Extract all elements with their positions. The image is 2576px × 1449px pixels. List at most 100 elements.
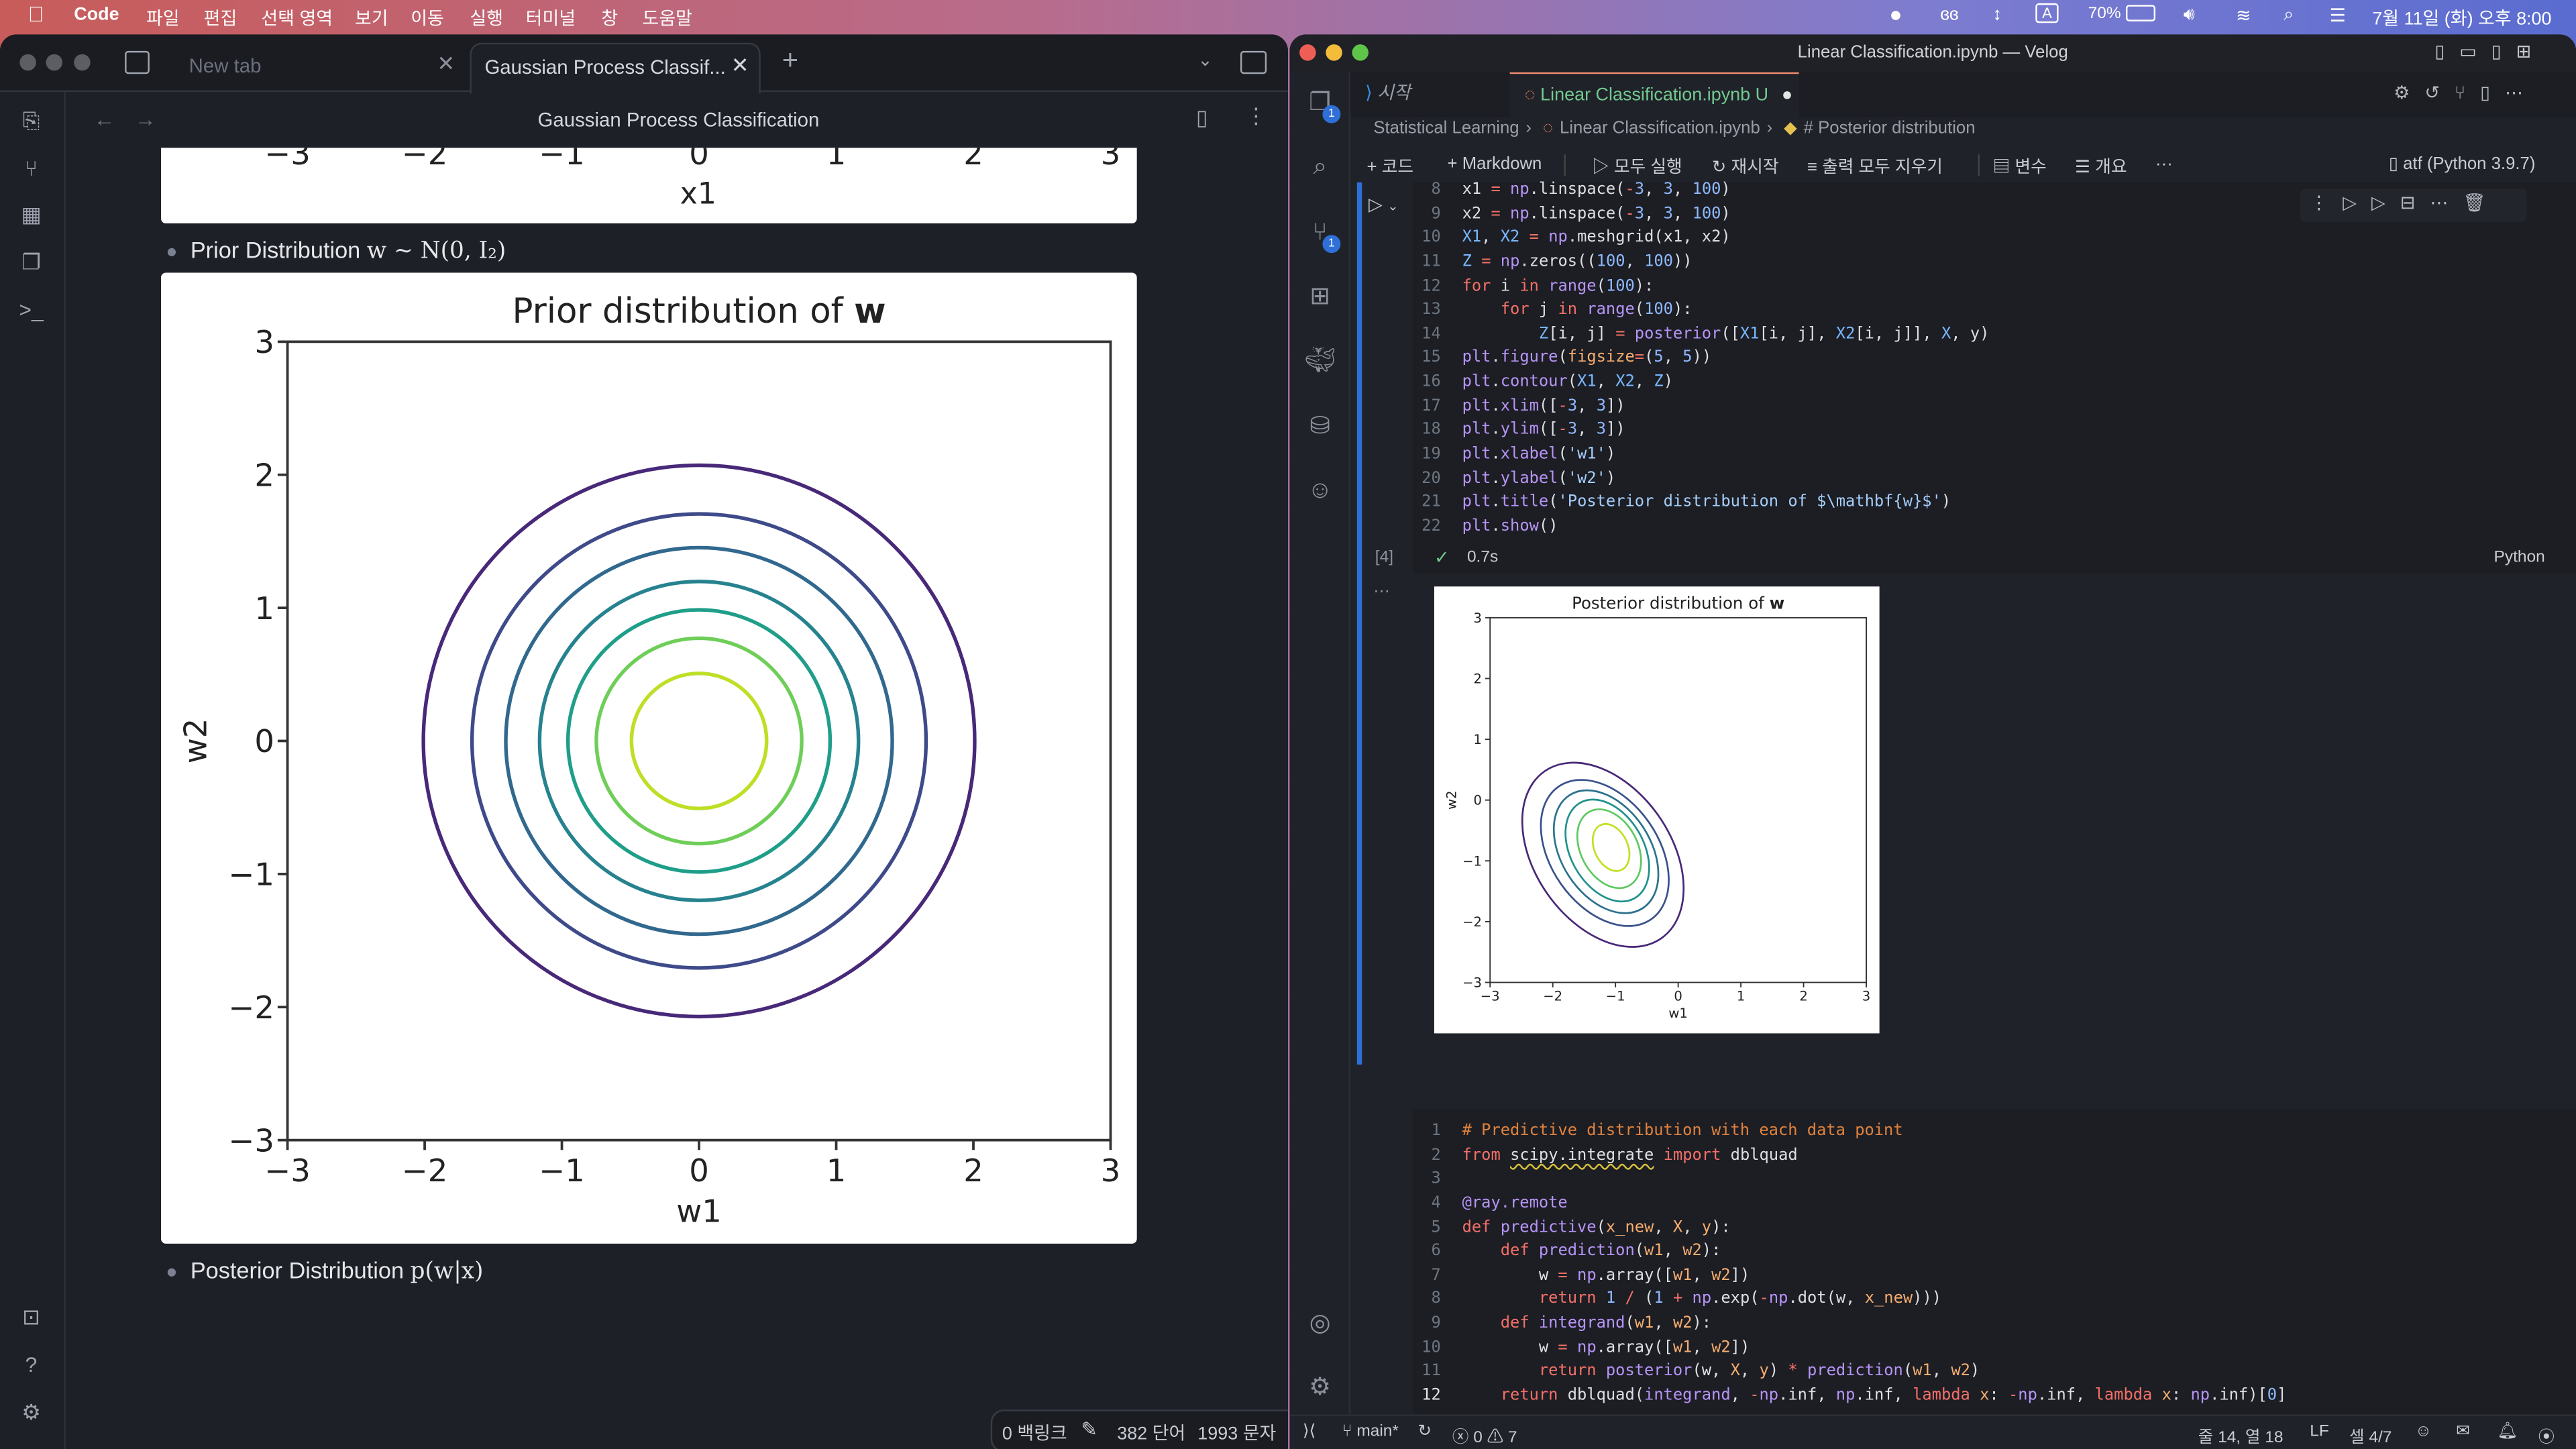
cell-position[interactable]: 셀 4/7: [2349, 1423, 2392, 1448]
volume-icon[interactable]: 🔊︎: [2184, 5, 2195, 26]
window-close-button[interactable]: [1299, 44, 1316, 61]
window-zoom-button[interactable]: [1352, 44, 1369, 61]
window-zoom-button[interactable]: [74, 54, 91, 71]
editor-tabs: ⟩ 시작 ◌ Linear Classification.ipynb U ● ⚙…: [1350, 72, 2576, 117]
reading-view-book-icon[interactable]: ▯: [1196, 105, 1208, 131]
breadcrumb-file[interactable]: Linear Classification.ipynb: [1560, 118, 1760, 138]
outline-button[interactable]: ☰ 개요: [2075, 154, 2127, 179]
menu-view[interactable]: 보기: [355, 5, 388, 31]
branch-status[interactable]: ⑂ main*: [1342, 1423, 1399, 1441]
code-cell-editor[interactable]: 8 x1 = np.linspace(-3, 3, 100) 9 x2 = np.li…: [1413, 180, 2576, 574]
cursor-position[interactable]: 줄 14, 열 18: [2198, 1423, 2284, 1448]
menu-selection[interactable]: 선택 영역: [261, 5, 333, 31]
edit-pencil-icon[interactable]: ✎: [1081, 1417, 1097, 1440]
layout-toggle-icons[interactable]: ▯▭▯⊞: [2434, 34, 2546, 72]
menu-terminal[interactable]: 터미널: [526, 5, 576, 31]
docker-icon[interactable]: 🐳︎: [1304, 345, 1336, 376]
vault-icon[interactable]: ⊡: [18, 1304, 44, 1330]
spotlight-search-icon[interactable]: ⌕: [2284, 5, 2294, 26]
remote-icon[interactable]: ⟩⟨: [1303, 1423, 1316, 1441]
tab-list-chevron-icon[interactable]: ⌄: [1197, 49, 1213, 70]
glasses-icon[interactable]: ɞɞ: [1940, 5, 1958, 24]
cell-language[interactable]: Python: [2494, 549, 2545, 567]
run-all-button[interactable]: ▷ 모두 실행: [1592, 154, 1682, 179]
wifi-icon[interactable]: ≋: [2236, 5, 2251, 26]
file-search-icon[interactable]: ⎘: [18, 109, 44, 135]
tab-new-tab[interactable]: New tab: [189, 54, 262, 77]
breadcrumb-section[interactable]: # Posterior distribution: [1804, 118, 1976, 138]
menu-clock[interactable]: 7월 11일 (화) 오후 8:00: [2372, 5, 2551, 31]
manage-gear-icon[interactable]: ⚙: [1304, 1372, 1336, 1403]
code-token: .: [1491, 517, 1501, 536]
help-icon[interactable]: ?: [18, 1352, 44, 1379]
breadcrumb-chevron-icon: ›: [1766, 118, 1773, 138]
extensions-icon[interactable]: ⊞: [1304, 281, 1336, 313]
window-close-button[interactable]: [19, 54, 36, 71]
feedback-icon[interactable]: ✉: [2456, 1423, 2470, 1441]
editor-actions-icons[interactable]: ⚙↺⑂▯⋯: [2394, 82, 2538, 103]
execution-count: [4]: [1375, 548, 1394, 567]
run-cell-button[interactable]: ▷ ⌄: [1368, 194, 1399, 215]
menu-window[interactable]: 창: [601, 5, 618, 31]
sidebar-toggle-icon[interactable]: [125, 50, 150, 74]
menu-go[interactable]: 이동: [411, 5, 444, 31]
copilot-status-icon[interactable]: ☺: [2415, 1423, 2432, 1441]
more-actions-button[interactable]: ···: [2155, 154, 2173, 174]
window-minimize-button[interactable]: [46, 54, 63, 71]
tab-welcome[interactable]: ⟩ 시작: [1350, 72, 1510, 117]
tab-gaussian-process[interactable]: Gaussian Process Classif... ✕: [470, 42, 761, 94]
breadcrumb-folder[interactable]: Statistical Learning: [1373, 118, 1519, 138]
notifications-bell-icon[interactable]: 🔔︎: [2497, 1423, 2518, 1441]
cell-toolbar[interactable]: ⋮▷▷⊟⋯🗑︎: [2300, 189, 2527, 222]
code-token: np: [1500, 205, 1529, 223]
copilot-icon[interactable]: ☺: [1304, 475, 1336, 506]
menu-edit[interactable]: 편집: [204, 5, 237, 31]
copy-icon[interactable]: ❐: [18, 250, 44, 276]
input-source-indicator[interactable]: A: [2035, 3, 2059, 23]
graph-view-icon[interactable]: ⑂: [18, 156, 44, 182]
control-center-icon[interactable]: ☰: [2330, 5, 2346, 26]
menu-app-name[interactable]: Code: [74, 5, 119, 24]
output-more-icon[interactable]: ⋯: [1373, 583, 1389, 601]
line-number: 22: [1421, 517, 1441, 536]
menu-help[interactable]: 도움말: [643, 5, 692, 31]
broadcast-icon[interactable]: ⦿: [2538, 1423, 2555, 1448]
search-icon[interactable]: ⌕: [1304, 151, 1336, 182]
problems-status[interactable]: ⓧ 0 ⚠ 7: [1452, 1423, 1517, 1448]
y-axis-label: w2: [1444, 790, 1459, 809]
window-minimize-button[interactable]: [1326, 44, 1342, 61]
more-options-icon[interactable]: ⋮: [1245, 103, 1267, 129]
new-tab-plus-icon[interactable]: +: [782, 44, 798, 77]
backlinks-count[interactable]: 0 백링크: [1002, 1419, 1067, 1446]
contour-line: [1552, 789, 1660, 914]
add-code-cell-button[interactable]: + 코드: [1367, 154, 1414, 179]
kernel-picker-button[interactable]: ▯ atf (Python 3.9.7): [2389, 154, 2536, 174]
unsaved-dot-icon[interactable]: ●: [1782, 85, 1792, 105]
settings-gear-icon[interactable]: ⚙: [18, 1400, 44, 1426]
account-icon[interactable]: ◎: [1304, 1307, 1336, 1339]
menu-file[interactable]: 파일: [146, 5, 180, 31]
add-markdown-cell-button[interactable]: + Markdown: [1448, 154, 1542, 174]
close-tab-icon[interactable]: ✕: [731, 52, 749, 78]
menu-run[interactable]: 실행: [470, 5, 503, 31]
restart-button[interactable]: ↻ 재시작: [1712, 154, 1779, 179]
updown-arrow-icon[interactable]: ↕: [1993, 5, 2002, 24]
apple-icon[interactable]: : [28, 1, 44, 26]
clear-outputs-button[interactable]: ≡ 출력 모두 지우기: [1807, 154, 1943, 179]
status-app-icon[interactable]: ●: [1889, 1, 1902, 26]
code-token: =: [1491, 205, 1501, 223]
tab-linear-classification[interactable]: ◌ Linear Classification.ipynb U ●: [1509, 72, 1799, 117]
line-number: 3: [1431, 1170, 1441, 1189]
calendar-icon[interactable]: ▦: [18, 202, 44, 228]
code-cell-editor[interactable]: 1 # Predictive distribution with each dat…: [1413, 1109, 2576, 1415]
right-sidebar-toggle-icon[interactable]: [1240, 50, 1267, 74]
sync-icon[interactable]: ↻: [1417, 1423, 1432, 1441]
explorer-badge: 1: [1322, 105, 1341, 123]
end-of-line[interactable]: LF: [2310, 1423, 2329, 1441]
battery-icon[interactable]: [2125, 5, 2156, 21]
close-tab-icon[interactable]: ✕: [437, 51, 455, 77]
variables-button[interactable]: ▤ 변수: [1993, 154, 2047, 179]
database-icon[interactable]: ⛁: [1304, 411, 1336, 442]
terminal-icon[interactable]: >_: [18, 297, 44, 323]
